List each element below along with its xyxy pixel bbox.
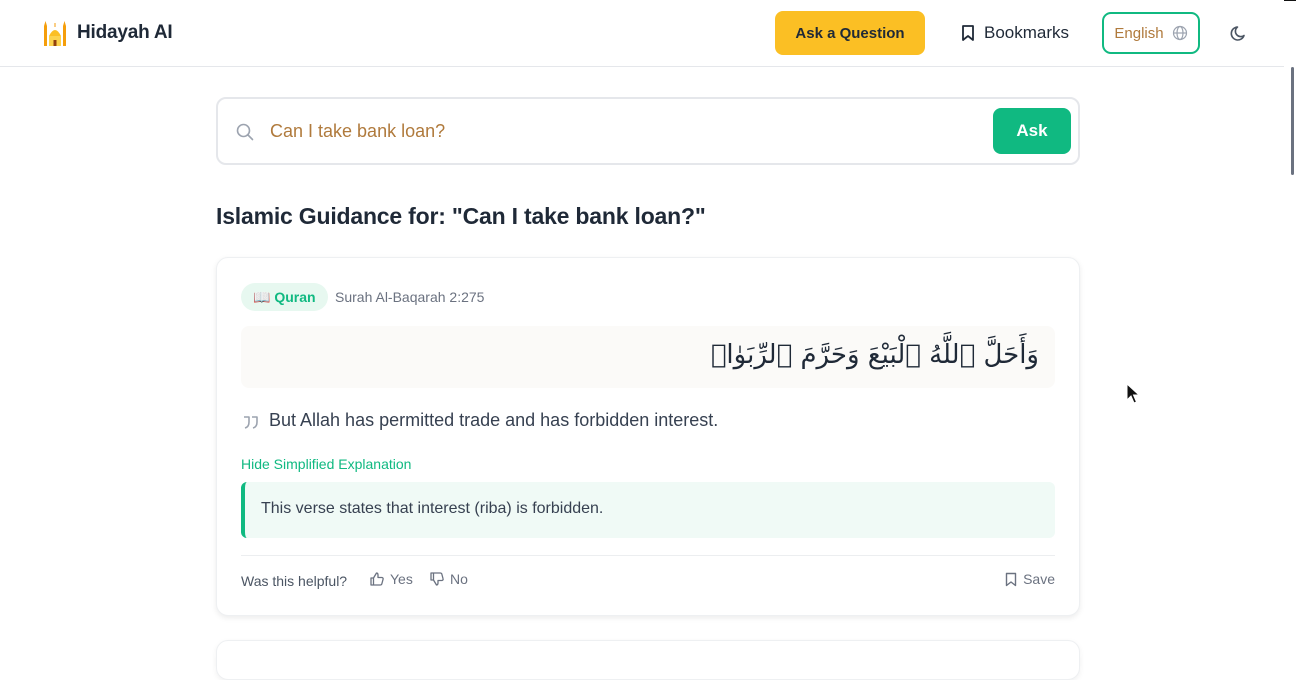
ask-submit-button[interactable]: Ask xyxy=(993,108,1071,154)
bookmark-icon xyxy=(1005,572,1017,586)
mouse-cursor-icon xyxy=(1126,383,1140,404)
thumbs-down-icon xyxy=(430,572,444,586)
card-divider xyxy=(241,555,1055,556)
brand[interactable]: Hidayah AI xyxy=(41,18,173,48)
globe-icon xyxy=(1172,25,1187,41)
thumbs-up-icon xyxy=(370,572,384,586)
result-card: 📖 Quran Surah Al-Baqarah 2:275 وَأَحَلَّ… xyxy=(216,257,1080,616)
hide-explanation-toggle[interactable]: Hide Simplified Explanation xyxy=(241,456,411,472)
result-card-next xyxy=(216,640,1080,680)
save-label: Save xyxy=(1023,571,1055,587)
verse-translation: But Allah has permitted trade and has fo… xyxy=(269,410,719,430)
save-button[interactable]: Save xyxy=(1005,571,1055,587)
bookmarks-label: Bookmarks xyxy=(984,23,1070,42)
results-heading: Islamic Guidance for: "Can I take bank l… xyxy=(216,203,706,229)
feedback-no-label: No xyxy=(450,571,468,587)
feedback-yes-label: Yes xyxy=(390,571,413,587)
bookmarks-link[interactable]: Bookmarks xyxy=(960,18,1069,48)
bookmark-icon xyxy=(962,25,974,41)
feedback-yes-button[interactable]: Yes xyxy=(369,571,413,587)
verse-reference: Surah Al-Baqarah 2:275 xyxy=(335,289,485,305)
dark-mode-moon-icon[interactable] xyxy=(1229,23,1249,43)
app-name: Hidayah AI xyxy=(77,22,173,43)
language-selector[interactable]: English xyxy=(1102,12,1200,54)
explanation-text: This verse states that interest (riba) i… xyxy=(261,500,604,517)
search-icon xyxy=(236,123,254,141)
language-label: English xyxy=(1114,24,1164,42)
ask-question-button[interactable]: Ask a Question xyxy=(775,11,925,55)
top-navbar: Hidayah AI Ask a Question Bookmarks Engl… xyxy=(0,0,1284,67)
scrollbar-thumb[interactable] xyxy=(1291,67,1294,175)
arabic-verse: وَأَحَلَّ ٱللَّهُ ٱلْبَيْعَ وَحَرَّمَ ٱل… xyxy=(710,340,1039,370)
search-input[interactable]: Can I take bank loan? xyxy=(270,121,445,142)
quote-icon xyxy=(244,416,258,429)
source-badge: 📖 Quran xyxy=(241,283,328,311)
simplified-explanation: This verse states that interest (riba) i… xyxy=(241,482,1055,538)
arabic-text-box: وَأَحَلَّ ٱللَّهُ ٱلْبَيْعَ وَحَرَّمَ ٱل… xyxy=(241,326,1055,388)
search-bar: Can I take bank loan? Ask xyxy=(216,97,1080,165)
scrollbar-track[interactable] xyxy=(1284,67,1296,657)
mosque-icon xyxy=(44,21,66,46)
feedback-no-button[interactable]: No xyxy=(429,571,468,587)
feedback-prompt: Was this helpful? xyxy=(241,573,348,589)
